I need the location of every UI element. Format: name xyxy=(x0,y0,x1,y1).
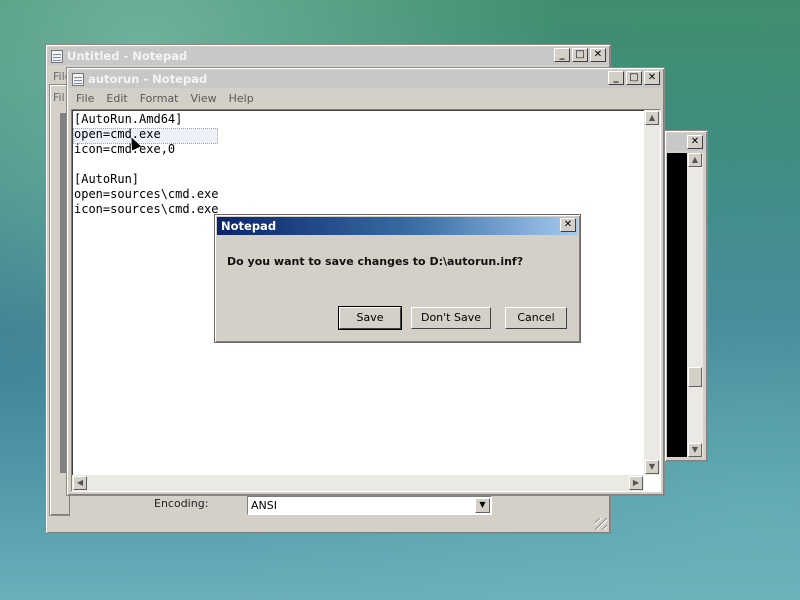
scroll-right-button[interactable]: ▶ xyxy=(629,476,643,490)
menu-edit[interactable]: Edit xyxy=(100,90,133,108)
scroll-down-button[interactable]: ▼ xyxy=(645,460,659,474)
cancel-button[interactable]: Cancel xyxy=(505,307,567,329)
horizontal-scrollbar[interactable]: ◀ ▶ xyxy=(72,475,644,491)
vertical-scrollbar[interactable]: ▲ ▼ xyxy=(644,110,660,475)
scroll-up-button[interactable]: ▲ xyxy=(645,111,659,125)
menu-file[interactable]: File xyxy=(70,90,100,108)
scroll-up-button[interactable]: ▲ xyxy=(688,153,702,167)
line-4 xyxy=(74,157,658,172)
dont-save-button[interactable]: Don't Save xyxy=(411,307,491,329)
dialog-titlebar[interactable]: Notepad ✕ xyxy=(217,217,578,235)
notepad-icon xyxy=(72,72,84,86)
autorun-title: autorun - Notepad xyxy=(88,72,208,86)
menu-view[interactable]: View xyxy=(185,90,223,108)
close-button[interactable]: ✕ xyxy=(644,71,660,85)
scroll-left-button[interactable]: ◀ xyxy=(73,476,87,490)
maximize-button[interactable]: □ xyxy=(572,48,588,62)
autorun-titlebar[interactable]: autorun - Notepad _ □ ✕ xyxy=(69,70,662,88)
line-2: open=cmd.exe xyxy=(74,127,161,141)
console-window[interactable]: ✕ ▲ ▼ xyxy=(664,130,708,462)
scroll-thumb[interactable] xyxy=(688,367,702,387)
minimize-button[interactable]: _ xyxy=(554,48,570,62)
resize-grip-icon[interactable] xyxy=(595,518,607,530)
line-1: [AutoRun.Amd64] xyxy=(74,112,183,126)
dialog-title: Notepad xyxy=(221,219,277,233)
console-screen[interactable] xyxy=(667,153,687,457)
dialog-message: Do you want to save changes to D:\autoru… xyxy=(227,255,524,268)
encoding-select[interactable]: ANSI ▼ xyxy=(247,496,492,515)
chevron-down-icon[interactable]: ▼ xyxy=(475,498,490,513)
menu-help[interactable]: Help xyxy=(223,90,260,108)
line-6: open=sources\cmd.exe xyxy=(74,187,219,201)
menu-file-partial-2[interactable]: Fil xyxy=(53,91,67,104)
menu-format[interactable]: Format xyxy=(134,90,185,108)
editor-content[interactable]: [AutoRun.Amd64] open=cmd.exe icon=cmd.exe,… xyxy=(72,110,660,219)
close-button[interactable]: ✕ xyxy=(560,218,576,232)
save-changes-dialog[interactable]: Notepad ✕ Do you want to save changes to… xyxy=(214,214,581,343)
maximize-button[interactable]: □ xyxy=(626,71,642,85)
minimize-button[interactable]: _ xyxy=(608,71,624,85)
untitled-title: Untitled - Notepad xyxy=(67,49,188,63)
encoding-label: Encoding: xyxy=(154,497,209,510)
menu-bar: File Edit Format View Help xyxy=(70,90,260,108)
menu-file-partial[interactable]: File xyxy=(53,70,67,83)
close-button[interactable]: ✕ xyxy=(687,135,703,149)
save-button[interactable]: Save xyxy=(338,306,402,330)
line-5: [AutoRun] xyxy=(74,172,140,186)
encoding-value: ANSI xyxy=(251,499,277,512)
console-scrollbar[interactable]: ▲ ▼ xyxy=(687,153,703,457)
close-button[interactable]: ✕ xyxy=(590,48,606,62)
console-titlebar[interactable]: ✕ xyxy=(667,133,705,151)
untitled-titlebar[interactable]: Untitled - Notepad _ □ ✕ xyxy=(48,47,608,65)
notepad-icon xyxy=(51,49,63,63)
scroll-down-button[interactable]: ▼ xyxy=(688,443,702,457)
line-3: icon=cmd.exe,0 xyxy=(74,142,176,156)
